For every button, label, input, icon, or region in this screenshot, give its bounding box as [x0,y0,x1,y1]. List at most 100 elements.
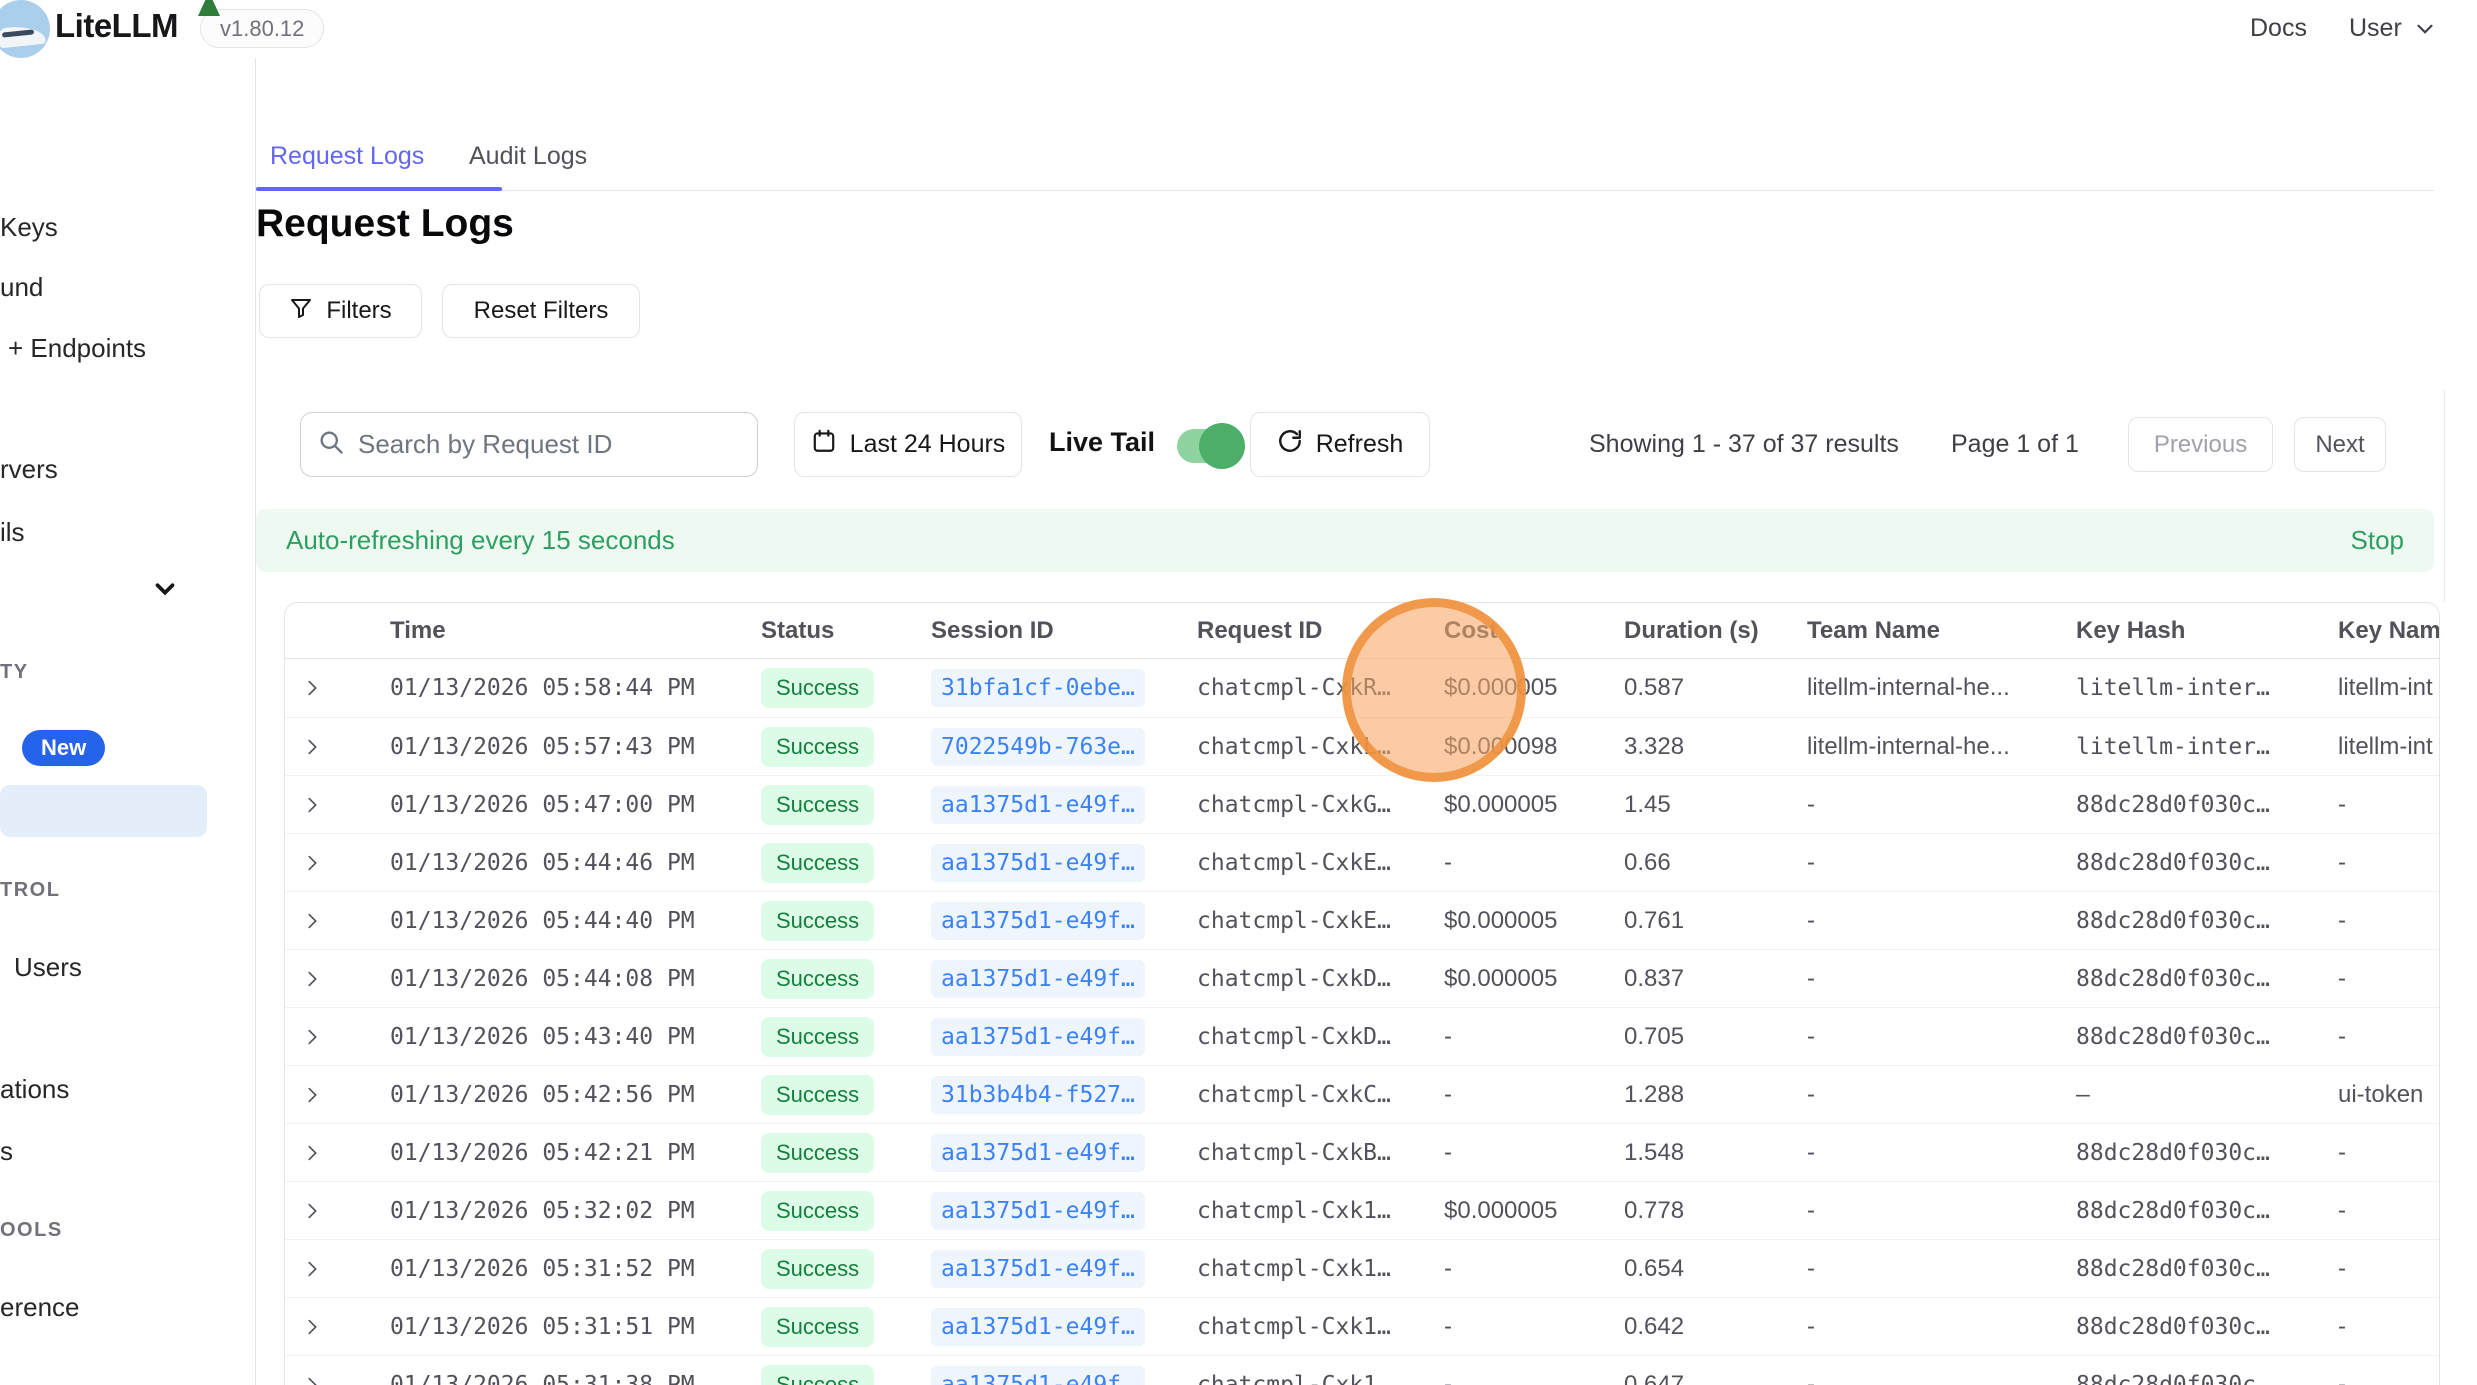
table-row: 01/13/2026 05:44:40 PM Success aa1375d1-… [285,891,2439,949]
status-badge: Success [761,1075,874,1115]
expand-row-button[interactable] [285,677,351,699]
session-id-link[interactable]: aa1375d1-e49f… [931,902,1145,940]
sidebar-item-playground[interactable]: und [0,271,43,303]
live-tail-toggle[interactable] [1177,429,1239,463]
cell-duration: 0.647 [1593,1371,1777,1385]
cell-team-name: - [1777,1313,2045,1341]
sidebar-item-users[interactable]: Users [14,951,82,983]
calendar-icon [811,428,837,461]
cell-session-id: aa1375d1-e49f… [911,1192,1167,1230]
toggle-knob [1199,423,1245,469]
session-id-link[interactable]: aa1375d1-e49f… [931,1018,1145,1056]
expand-row-button[interactable] [285,794,351,816]
session-id-link[interactable]: aa1375d1-e49f… [931,1250,1145,1288]
cell-cost: - [1417,1371,1593,1385]
cell-duration: 0.705 [1593,1023,1777,1051]
cell-request-id: chatcmpl-Cxk1… [1167,1314,1417,1340]
cell-key-name: - [2307,907,2439,935]
cell-request-id: chatcmpl-Cxk1… [1167,1372,1417,1385]
cell-duration: 0.66 [1593,849,1777,877]
previous-page-button[interactable]: Previous [2128,417,2273,472]
sidebar-item-logs-selected[interactable] [0,785,207,837]
session-id-link[interactable]: 31bfa1cf-0ebe… [931,669,1145,707]
column-header-key-hash: Key Hash [2045,617,2307,645]
auto-refresh-banner: Auto-refreshing every 15 seconds Stop [256,509,2434,572]
cell-session-id: 31b3b4b4-f527… [911,1076,1167,1114]
sidebar-item-servers[interactable]: rvers [0,453,58,485]
cell-status: Success [731,1191,911,1231]
table-row: 01/13/2026 05:31:52 PM Success aa1375d1-… [285,1239,2439,1297]
cell-session-id: aa1375d1-e49f… [911,1250,1167,1288]
filters-button[interactable]: Filters [259,284,422,338]
cell-cost: $0.000005 [1417,965,1593,993]
time-range-button[interactable]: Last 24 Hours [794,412,1022,477]
cell-request-id: chatcmpl-CxkE… [1167,908,1417,934]
cell-key-name: litellm-int [2307,674,2439,702]
docs-link[interactable]: Docs [2250,14,2307,43]
user-menu[interactable]: User [2349,14,2438,43]
cell-status: Success [731,1365,911,1385]
cell-time: 01/13/2026 05:44:46 PM [351,850,731,876]
refresh-button[interactable]: Refresh [1250,412,1430,477]
expand-row-button[interactable] [285,1026,351,1048]
expand-row-button[interactable] [285,1200,351,1222]
expand-row-button[interactable] [285,1316,351,1338]
tab-audit-logs[interactable]: Audit Logs [469,142,587,171]
status-badge: Success [761,1191,874,1231]
stop-refresh-button[interactable]: Stop [2351,525,2405,556]
cell-key-name: - [2307,1371,2439,1385]
cell-key-hash: 88dc28d0f030c… [2045,908,2307,934]
table-row: 01/13/2026 05:42:21 PM Success aa1375d1-… [285,1123,2439,1181]
cell-key-hash: 88dc28d0f030c… [2045,1314,2307,1340]
cell-key-name: - [2307,849,2439,877]
session-id-link[interactable]: aa1375d1-e49f… [931,1192,1145,1230]
cell-status: Success [731,668,911,708]
sidebar-item-models-endpoints[interactable]: + Endpoints [8,332,146,364]
new-badge: New [22,730,105,766]
live-tail-label: Live Tail [1049,427,1155,458]
expand-row-button[interactable] [285,910,351,932]
cell-session-id: 31bfa1cf-0ebe… [911,669,1167,707]
sidebar-item-organizations[interactable]: ations [0,1073,69,1105]
session-id-link[interactable]: 7022549b-763e… [931,728,1145,766]
expand-row-button[interactable] [285,852,351,874]
expand-row-button[interactable] [285,1258,351,1280]
session-id-link[interactable]: aa1375d1-e49f… [931,1366,1145,1385]
expand-row-button[interactable] [285,1142,351,1164]
sidebar-item-api-reference[interactable]: erence [0,1291,80,1323]
cell-request-id: chatcmpl-CxkG… [1167,792,1417,818]
next-page-button[interactable]: Next [2294,417,2386,472]
cell-status: Success [731,959,911,999]
expand-row-button[interactable] [285,968,351,990]
expand-row-button[interactable] [285,736,351,758]
cell-cost: - [1417,1255,1593,1283]
search-input[interactable] [358,429,728,460]
table-body: 01/13/2026 05:58:44 PM Success 31bfa1cf-… [285,659,2439,1385]
cell-key-hash: 88dc28d0f030c… [2045,850,2307,876]
cell-status: Success [731,1133,911,1173]
session-id-link[interactable]: 31b3b4b4-f527… [931,1076,1145,1114]
sidebar-item-teams[interactable]: s [0,1135,13,1167]
tab-request-logs[interactable]: Request Logs [270,142,424,171]
cell-cost: - [1417,1139,1593,1167]
cell-key-hash: litellm-inter… [2045,734,2307,760]
cell-key-hash: 88dc28d0f030c… [2045,1198,2307,1224]
session-id-link[interactable]: aa1375d1-e49f… [931,786,1145,824]
session-id-link[interactable]: aa1375d1-e49f… [931,1134,1145,1172]
session-id-link[interactable]: aa1375d1-e49f… [931,844,1145,882]
reset-filters-button[interactable]: Reset Filters [442,284,640,338]
table-row: 01/13/2026 05:43:40 PM Success aa1375d1-… [285,1007,2439,1065]
sidebar-item-keys[interactable]: Keys [0,211,58,243]
cell-time: 01/13/2026 05:42:21 PM [351,1140,731,1166]
cell-session-id: aa1375d1-e49f… [911,844,1167,882]
cell-request-id: chatcmpl-CxkD… [1167,966,1417,992]
sidebar-item-guardrails[interactable]: ils [0,516,25,548]
expand-row-button[interactable] [285,1374,351,1385]
cell-key-name: - [2307,1313,2439,1341]
status-badge: Success [761,785,874,825]
sidebar-collapse-chevron-icon[interactable] [150,574,180,609]
session-id-link[interactable]: aa1375d1-e49f… [931,960,1145,998]
cell-time: 01/13/2026 05:43:40 PM [351,1024,731,1050]
expand-row-button[interactable] [285,1084,351,1106]
session-id-link[interactable]: aa1375d1-e49f… [931,1308,1145,1346]
